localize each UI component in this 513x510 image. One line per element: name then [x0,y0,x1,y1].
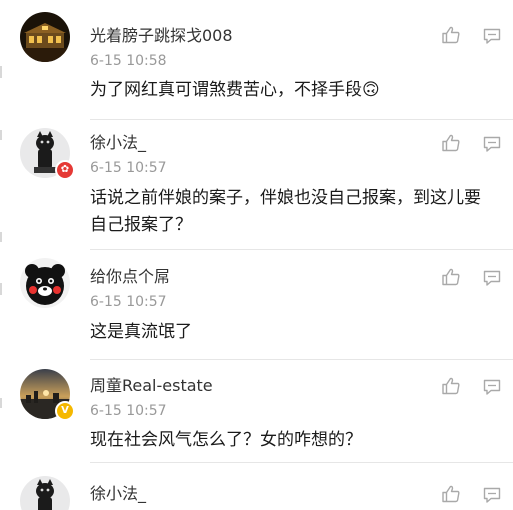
thumbs-up-icon[interactable] [441,25,461,45]
edge-artifact [0,283,2,295]
username[interactable]: 给你点个屌 [90,267,170,287]
user-avatar[interactable] [20,476,70,510]
thumbs-up-icon[interactable] [441,133,461,153]
username[interactable]: 光着膀子跳探戈008 [90,26,233,46]
comment-item: V 周童Real-estate 6-15 10:57 现在社会风气怎么了？女的咋… [0,360,513,463]
black-cat-figure-avatar-icon [20,476,70,510]
kumamon-bear-avatar-icon [20,258,70,308]
comment-text: 为了网红真可谓煞费苦心，不择手段🙃 [90,80,380,100]
user-avatar[interactable] [20,258,70,308]
timestamp: 6-15 10:58 [90,53,167,69]
comment-reply-icon[interactable] [483,486,501,504]
verified-v-badge-icon: V [55,401,75,421]
edge-artifact [0,130,2,140]
comment-reply-icon[interactable] [483,269,501,287]
edge-artifact [0,232,2,242]
timestamp: 6-15 10:57 [90,160,167,176]
comment-text: 话说之前伴娘的案子，伴娘也没自己报案，到这儿要自己报案了？ [90,188,481,235]
comment-reply-icon[interactable] [483,27,501,45]
comment-reply-icon[interactable] [483,135,501,153]
thumbs-up-icon[interactable] [441,267,461,287]
night-building-avatar-icon [20,12,70,62]
timestamp: 6-15 10:57 [90,294,167,310]
username[interactable]: 徐小法_ [90,133,146,153]
comment-text: 现在社会风气怎么了？女的咋想的？ [90,430,362,450]
username[interactable]: 周童Real-estate [90,376,213,396]
user-avatar[interactable] [20,12,70,62]
comment-item: ✿ 徐小法_ 6-15 10:57 话说之前伴娘的案子，伴娘也没自己报案，到这儿… [0,120,513,250]
thumbs-up-icon[interactable] [441,376,461,396]
red-emblem-badge-icon: ✿ [55,160,75,180]
edge-artifact [0,398,2,408]
comment-reply-icon[interactable] [483,378,501,396]
comment-text: 这是真流氓了 [90,322,192,342]
username[interactable]: 徐小法_ [90,484,146,504]
edge-artifact [0,66,2,78]
thumbs-up-icon[interactable] [441,484,461,504]
comment-item: 徐小法_ [0,463,513,510]
comment-item: 给你点个屌 6-15 10:57 这是真流氓了 [0,250,513,360]
comment-item: 光着膀子跳探戈008 6-15 10:58 为了网红真可谓煞费苦心，不择手段🙃 [0,0,513,120]
timestamp: 6-15 10:57 [90,403,167,419]
